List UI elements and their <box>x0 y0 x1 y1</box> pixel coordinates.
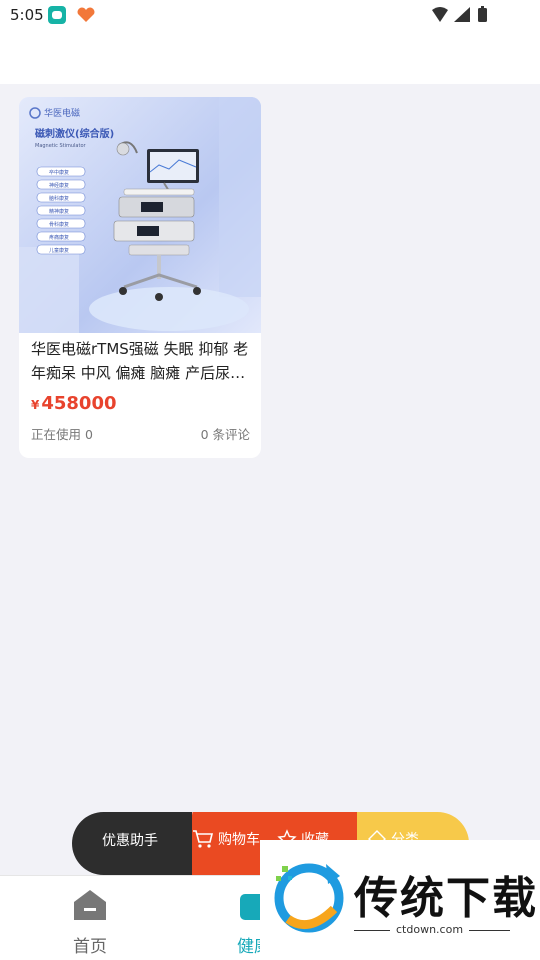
product-image: 华医电磁 磁刺激仪(综合版) Magnetic Stimulator 卒中康复 … <box>19 97 261 333</box>
assistant-label: 优惠助手 <box>102 833 158 849</box>
cart-label: 购物车 <box>218 832 260 848</box>
wifi-icon <box>432 7 448 22</box>
cart-button[interactable]: 购物车 <box>192 829 260 849</box>
review-count: 0 条评论 <box>200 427 250 442</box>
nav-home-label: 首页 <box>73 937 107 957</box>
battery-icon <box>478 8 487 22</box>
feature-label: 儿童康复 <box>49 247 69 254</box>
cart-icon <box>193 830 214 848</box>
feature-label: 神经康复 <box>49 182 69 189</box>
watermark-logo-icon <box>274 863 344 933</box>
watermark-brand: 传统下载 <box>354 873 538 924</box>
image-headline: 磁刺激仪(综合版) <box>35 127 114 140</box>
car-app-icon <box>48 6 66 24</box>
discount-assistant-button[interactable]: 优惠助手 <box>72 812 192 875</box>
home-icon <box>74 890 106 920</box>
product-card[interactable]: 华医电磁 磁刺激仪(综合版) Magnetic Stimulator 卒中康复 … <box>19 97 261 458</box>
top-bar <box>0 30 540 84</box>
feature-label: 精神康复 <box>49 208 69 215</box>
system-icons <box>432 6 487 22</box>
feature-label: 骨科康复 <box>49 221 69 228</box>
price-value: 458000 <box>41 393 117 414</box>
feature-label: 脑科康复 <box>49 195 69 202</box>
nav-home[interactable]: 首页 <box>60 888 120 957</box>
signal-icon <box>454 7 470 22</box>
product-price: ¥458000 <box>31 393 117 414</box>
product-image-art: 华医电磁 磁刺激仪(综合版) Magnetic Stimulator 卒中康复 … <box>19 97 261 333</box>
feature-label: 疼痛康复 <box>49 234 69 241</box>
heart-app-icon <box>77 7 95 22</box>
watermark: 传统下载 ctdown.com <box>260 840 540 960</box>
image-subheadline: Magnetic Stimulator <box>35 143 87 149</box>
currency-symbol: ¥ <box>31 398 40 412</box>
status-bar: 5:05 <box>0 0 540 30</box>
feature-list: 卒中康复 神经康复 脑科康复 精神康复 骨科康复 疼痛康复 儿童康复 <box>36 166 86 255</box>
image-brand: 华医电磁 <box>44 107 80 119</box>
in-use-count: 正在使用 0 <box>31 427 93 442</box>
feature-label: 卒中康复 <box>49 169 69 176</box>
product-title: 华医电磁rTMS强磁 失眠 抑郁 老年痴呆 中风 偏瘫 脑瘫 产后尿… <box>31 340 249 382</box>
status-time: 5:05 <box>10 6 44 24</box>
watermark-domain: ctdown.com <box>390 923 470 936</box>
